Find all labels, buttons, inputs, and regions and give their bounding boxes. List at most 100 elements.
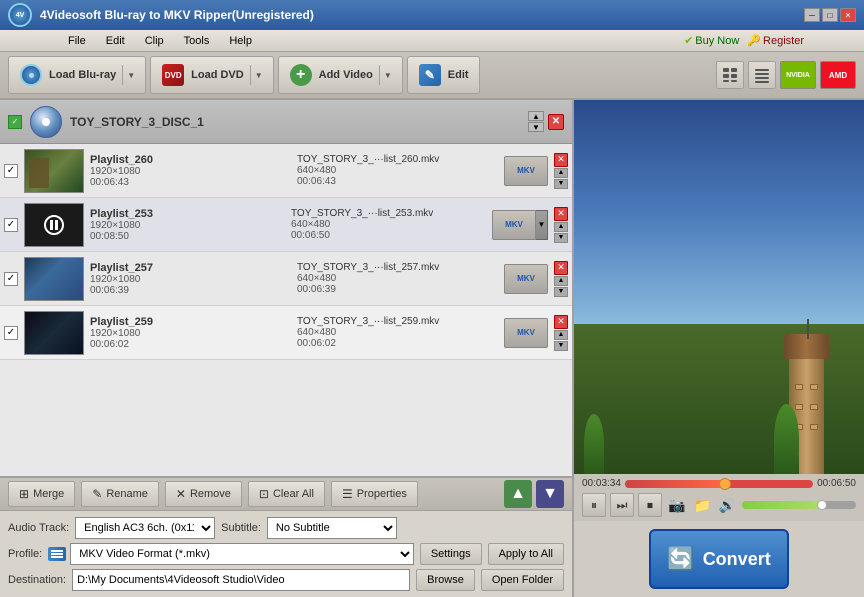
convert-icon: 🔄 bbox=[667, 546, 694, 572]
disc-checkbox[interactable]: ✓ bbox=[8, 115, 22, 129]
row-controls-3: ✕ ▲ ▼ bbox=[554, 315, 568, 351]
row-down-3[interactable]: ▼ bbox=[554, 341, 568, 351]
menu-help[interactable]: Help bbox=[221, 33, 260, 49]
playlist-info-2: Playlist_257 1920×1080 00:06:39 bbox=[90, 262, 291, 296]
row-down-1[interactable]: ▼ bbox=[554, 233, 568, 243]
format-dropdown-1[interactable]: ▼ bbox=[536, 210, 548, 240]
control-button-row: ⏸ ⏭ ⏹ 📷 📁 🔊 bbox=[582, 493, 856, 517]
profile-format-icon bbox=[48, 547, 66, 561]
browse-button[interactable]: Browse bbox=[416, 569, 475, 591]
profile-select[interactable]: MKV Video Format (*.mkv) bbox=[70, 543, 414, 565]
row-down-2[interactable]: ▼ bbox=[554, 287, 568, 297]
volume-bar[interactable] bbox=[742, 501, 856, 509]
profile-row: Profile: MKV Video Format (*.mkv) Settin… bbox=[8, 543, 564, 565]
minimize-button[interactable]: ─ bbox=[804, 8, 820, 22]
menu-edit[interactable]: Edit bbox=[98, 33, 133, 49]
folder-icon[interactable]: 📁 bbox=[693, 497, 710, 514]
playlist-output-1: TOY_STORY_3_···list_253.mkv 640×480 00:0… bbox=[291, 208, 486, 241]
move-up-button[interactable]: ▲ bbox=[504, 480, 532, 508]
play-pause-button[interactable]: ⏸ bbox=[582, 493, 606, 517]
row-checkbox-2[interactable] bbox=[4, 272, 18, 286]
menu-tools[interactable]: Tools bbox=[176, 33, 218, 49]
row-remove-2[interactable]: ✕ bbox=[554, 261, 568, 275]
menu-bar: File Edit Clip Tools Help ✔ Buy Now 🔑 Re… bbox=[0, 30, 864, 52]
add-video-dropdown[interactable]: ▼ bbox=[379, 65, 392, 85]
playlist-info-3: Playlist_259 1920×1080 00:06:02 bbox=[90, 316, 291, 350]
list-view-button[interactable] bbox=[748, 61, 776, 89]
seek-thumb[interactable] bbox=[719, 478, 731, 490]
disc-row: ✓ TOY_STORY_3_DISC_1 ▲ ▼ ✕ bbox=[0, 100, 572, 144]
format-badge-3[interactable]: MKV bbox=[504, 318, 548, 348]
row-up-3[interactable]: ▲ bbox=[554, 330, 568, 340]
buy-now-button[interactable]: ✔ Buy Now bbox=[684, 34, 739, 47]
audio-track-select[interactable]: English AC3 6ch. (0x1100… bbox=[75, 517, 215, 539]
preview-image bbox=[574, 100, 864, 474]
open-folder-button[interactable]: Open Folder bbox=[481, 569, 564, 591]
merge-button[interactable]: ⊞ Merge bbox=[8, 481, 75, 507]
volume-thumb[interactable] bbox=[817, 500, 827, 510]
convert-button[interactable]: 🔄 Convert bbox=[649, 529, 789, 589]
thumbnail-3 bbox=[24, 311, 84, 355]
apply-all-button[interactable]: Apply to All bbox=[488, 543, 564, 565]
register-button[interactable]: 🔑 Register bbox=[747, 34, 804, 47]
menu-file[interactable]: File bbox=[60, 33, 94, 49]
dvd-icon: DVD bbox=[161, 63, 185, 87]
seek-bar[interactable] bbox=[625, 480, 813, 488]
remove-icon: ✕ bbox=[176, 487, 186, 501]
load-dvd-dropdown[interactable]: ▼ bbox=[250, 65, 263, 85]
menu-clip[interactable]: Clip bbox=[137, 33, 172, 49]
edit-icon: ✎ bbox=[418, 63, 442, 87]
clear-all-button[interactable]: ⊡ Clear All bbox=[248, 481, 325, 507]
current-time: 00:03:34 bbox=[582, 478, 621, 489]
row-down-0[interactable]: ▼ bbox=[554, 179, 568, 189]
stop-button[interactable]: ⏹ bbox=[638, 493, 662, 517]
close-button[interactable]: ✕ bbox=[840, 8, 856, 22]
scroll-down-arrow[interactable]: ▼ bbox=[528, 122, 544, 132]
row-checkbox-0[interactable] bbox=[4, 164, 18, 178]
row-up-1[interactable]: ▲ bbox=[554, 222, 568, 232]
format-badge-2[interactable]: MKV bbox=[504, 264, 548, 294]
properties-button[interactable]: ☰ Properties bbox=[331, 481, 418, 507]
row-up-0[interactable]: ▲ bbox=[554, 168, 568, 178]
load-bluray-button[interactable]: Load Blu-ray ▼ bbox=[8, 56, 146, 94]
row-remove-3[interactable]: ✕ bbox=[554, 315, 568, 329]
app-logo: 4V bbox=[8, 3, 32, 27]
move-down-button[interactable]: ▼ bbox=[536, 480, 564, 508]
row-checkbox-3[interactable] bbox=[4, 326, 18, 340]
main-area: ✓ TOY_STORY_3_DISC_1 ▲ ▼ ✕ bbox=[0, 100, 864, 597]
grid-view-button[interactable] bbox=[716, 61, 744, 89]
destination-input[interactable] bbox=[72, 569, 410, 591]
disc-name: TOY_STORY_3_DISC_1 bbox=[70, 115, 520, 129]
load-bluray-dropdown[interactable]: ▼ bbox=[122, 65, 135, 85]
remove-button[interactable]: ✕ Remove bbox=[165, 481, 242, 507]
maximize-button[interactable]: □ bbox=[822, 8, 838, 22]
nvidia-button[interactable]: NVIDIA bbox=[780, 61, 816, 89]
thumbnail-0 bbox=[24, 149, 84, 193]
row-remove-0[interactable]: ✕ bbox=[554, 153, 568, 167]
subtitle-select[interactable]: No Subtitle bbox=[267, 517, 397, 539]
step-forward-button[interactable]: ⏭ bbox=[610, 493, 634, 517]
rename-button[interactable]: ✎ Rename bbox=[81, 481, 159, 507]
right-panel: Preview bbox=[574, 100, 864, 597]
amd-button[interactable]: AMD bbox=[820, 61, 856, 89]
rename-icon: ✎ bbox=[92, 487, 102, 501]
settings-button[interactable]: Settings bbox=[420, 543, 482, 565]
playlist-output-0: TOY_STORY_3_···list_260.mkv 640×480 00:0… bbox=[297, 154, 498, 187]
format-badge-0[interactable]: MKV bbox=[504, 156, 548, 186]
row-remove-1[interactable]: ✕ bbox=[554, 207, 568, 221]
row-controls-2: ✕ ▲ ▼ bbox=[554, 261, 568, 297]
total-time: 00:06:50 bbox=[817, 478, 856, 489]
load-dvd-button[interactable]: DVD Load DVD ▼ bbox=[150, 56, 273, 94]
add-video-button[interactable]: + Add Video ▼ bbox=[278, 56, 403, 94]
screenshot-icon[interactable]: 📷 bbox=[668, 497, 685, 514]
file-list: ✓ TOY_STORY_3_DISC_1 ▲ ▼ ✕ bbox=[0, 100, 572, 477]
disc-close-button[interactable]: ✕ bbox=[548, 114, 564, 130]
scroll-up-arrow[interactable]: ▲ bbox=[528, 111, 544, 121]
row-up-2[interactable]: ▲ bbox=[554, 276, 568, 286]
row-checkbox-1[interactable] bbox=[4, 218, 18, 232]
row-controls-1: ✕ ▲ ▼ bbox=[554, 207, 568, 243]
convert-section: 🔄 Convert bbox=[574, 521, 864, 597]
edit-button[interactable]: ✎ Edit bbox=[407, 56, 480, 94]
profile-label: Profile: bbox=[8, 548, 42, 560]
reg-icon: 🔑 bbox=[747, 34, 761, 47]
